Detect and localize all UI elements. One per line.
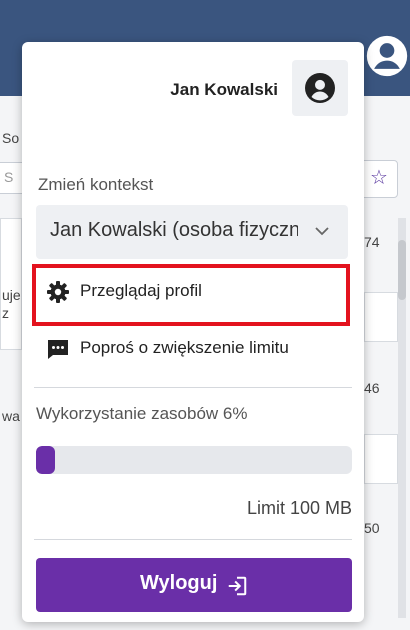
context-select-value: Jan Kowalski (osoba fizyczna)	[50, 219, 298, 241]
message-icon	[48, 340, 68, 359]
background-text: wa	[2, 408, 20, 424]
logout-label: Wyloguj	[140, 572, 218, 594]
divider	[34, 539, 352, 540]
favorite-star-icon[interactable]: ☆	[360, 160, 398, 198]
background-card	[364, 292, 398, 342]
user-avatar-icon	[305, 73, 335, 103]
resource-usage-bar	[36, 446, 352, 474]
user-name: Jan Kowalski	[170, 80, 278, 99]
header-user-avatar-icon[interactable]	[365, 34, 409, 78]
background-search-text: S	[4, 169, 14, 185]
background-text: uje	[2, 287, 21, 303]
menu-item-request-limit-increase[interactable]: Poproś o zwiększenie limitu	[36, 325, 348, 373]
background-number: 74	[364, 234, 380, 250]
resource-usage-label: Wykorzystanie zasobów 6%	[36, 404, 248, 423]
storage-limit: Limit 100 MB	[246, 498, 352, 518]
menu-item-label: Poproś o zwiększenie limitu	[80, 338, 289, 357]
user-avatar-button[interactable]	[292, 60, 348, 116]
menu-item-view-profile[interactable]: Przeglądaj profil	[36, 268, 348, 316]
divider	[34, 387, 352, 388]
chevron-down-icon	[315, 227, 329, 236]
background-number: 46	[364, 380, 380, 396]
background-card	[0, 218, 22, 350]
background-card	[364, 434, 398, 484]
gear-icon	[47, 281, 69, 303]
background-number: 50	[364, 520, 380, 536]
logout-button[interactable]: Wyloguj	[36, 558, 352, 612]
resource-usage-fill	[36, 446, 55, 474]
context-label: Zmień kontekst	[38, 175, 154, 194]
context-select[interactable]: Jan Kowalski (osoba fizyczna)	[36, 205, 348, 259]
background-text: z	[2, 305, 9, 321]
background-text: So	[2, 130, 20, 146]
user-menu-dropdown: Jan Kowalski Zmień kontekst Jan Kowalski…	[22, 42, 364, 622]
logout-icon	[228, 576, 247, 596]
menu-item-label: Przeglądaj profil	[80, 281, 202, 300]
scrollbar-thumb[interactable]	[398, 240, 406, 300]
